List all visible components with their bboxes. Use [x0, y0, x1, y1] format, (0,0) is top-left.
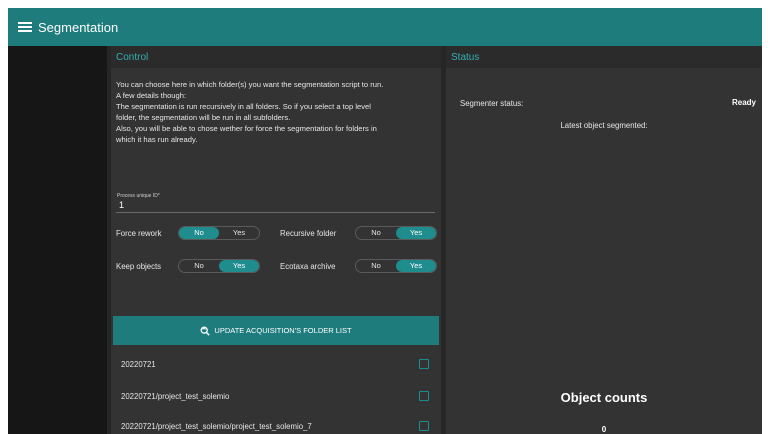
process-id-field[interactable]: Process unique ID* 1	[116, 193, 435, 213]
folder-list-item: 20220721	[121, 357, 431, 371]
folder-path: 20220721/project_test_solemio/project_te…	[121, 421, 312, 431]
sidebar	[8, 46, 107, 434]
refresh-search-icon	[200, 326, 211, 336]
folder-list-item: 20220721/project_test_solemio	[121, 389, 431, 403]
recursive-folder-yes[interactable]: Yes	[396, 227, 436, 239]
keep-objects-no[interactable]: No	[179, 260, 219, 272]
status-panel-header: Status	[446, 46, 762, 68]
hamburger-menu-icon[interactable]	[18, 22, 32, 32]
segmenter-status-value: Ready	[731, 98, 756, 107]
process-id-label: Process unique ID*	[117, 193, 160, 199]
toggle-row-1: Force rework No Yes Recursive folder No …	[116, 224, 437, 242]
ecotaxa-archive-label: Ecotaxa archive	[280, 261, 336, 271]
recursive-folder-no[interactable]: No	[356, 227, 396, 239]
keep-objects-yes[interactable]: Yes	[219, 260, 259, 272]
keep-objects-label: Keep objects	[116, 261, 162, 271]
app-title: Segmentation	[38, 19, 119, 35]
top-app-bar: Segmentation	[8, 8, 762, 46]
folder-checkbox[interactable]	[419, 359, 429, 369]
update-folder-list-label: UPDATE ACQUISITION'S FOLDER LIST	[214, 326, 352, 335]
update-folder-list-button[interactable]: UPDATE ACQUISITION'S FOLDER LIST	[113, 316, 439, 345]
force-rework-label: Force rework	[116, 228, 162, 238]
folder-list-item: 20220721/project_test_solemio/project_te…	[121, 419, 431, 433]
app-window: Segmentation Control You can choose here…	[8, 8, 762, 434]
force-rework-yes[interactable]: Yes	[219, 227, 259, 239]
folder-checkbox[interactable]	[419, 391, 429, 401]
toggle-row-2: Keep objects No Yes Ecotaxa archive No Y…	[116, 257, 437, 275]
force-rework-toggle[interactable]: No Yes	[178, 226, 260, 240]
process-id-value[interactable]: 1	[119, 200, 124, 210]
latest-object-label: Latest object segmented:	[560, 121, 648, 130]
recursive-folder-label: Recursive folder	[280, 228, 337, 238]
segmenter-status-label: Segmenter status:	[460, 99, 524, 108]
description-line: folder, the segmentation will be run in …	[116, 113, 291, 122]
description-line: You can choose here in which folder(s) y…	[116, 80, 384, 89]
description-line: Also, you will be able to chose wether f…	[116, 124, 377, 133]
description-line: A few details though:	[116, 91, 187, 100]
keep-objects-toggle[interactable]: No Yes	[178, 259, 260, 273]
ecotaxa-archive-yes[interactable]: Yes	[396, 260, 436, 272]
force-rework-no[interactable]: No	[179, 227, 219, 239]
status-panel: Status Segmenter status: Ready Latest ob…	[446, 46, 762, 434]
ecotaxa-archive-toggle[interactable]: No Yes	[355, 259, 437, 273]
folder-checkbox[interactable]	[419, 421, 429, 431]
object-counts-value: 0	[601, 425, 607, 434]
object-counts-title: Object counts	[560, 390, 648, 405]
folder-path: 20220721	[121, 359, 156, 369]
control-panel: Control You can choose here in which fol…	[111, 46, 441, 434]
description-line: The segmentation is run recursively in a…	[116, 102, 371, 111]
folder-path: 20220721/project_test_solemio	[121, 391, 230, 401]
control-panel-header: Control	[111, 46, 441, 68]
description-line: which it has run already.	[116, 135, 198, 144]
control-description: You can choose here in which folder(s) y…	[116, 79, 436, 145]
recursive-folder-toggle[interactable]: No Yes	[355, 226, 437, 240]
ecotaxa-archive-no[interactable]: No	[356, 260, 396, 272]
